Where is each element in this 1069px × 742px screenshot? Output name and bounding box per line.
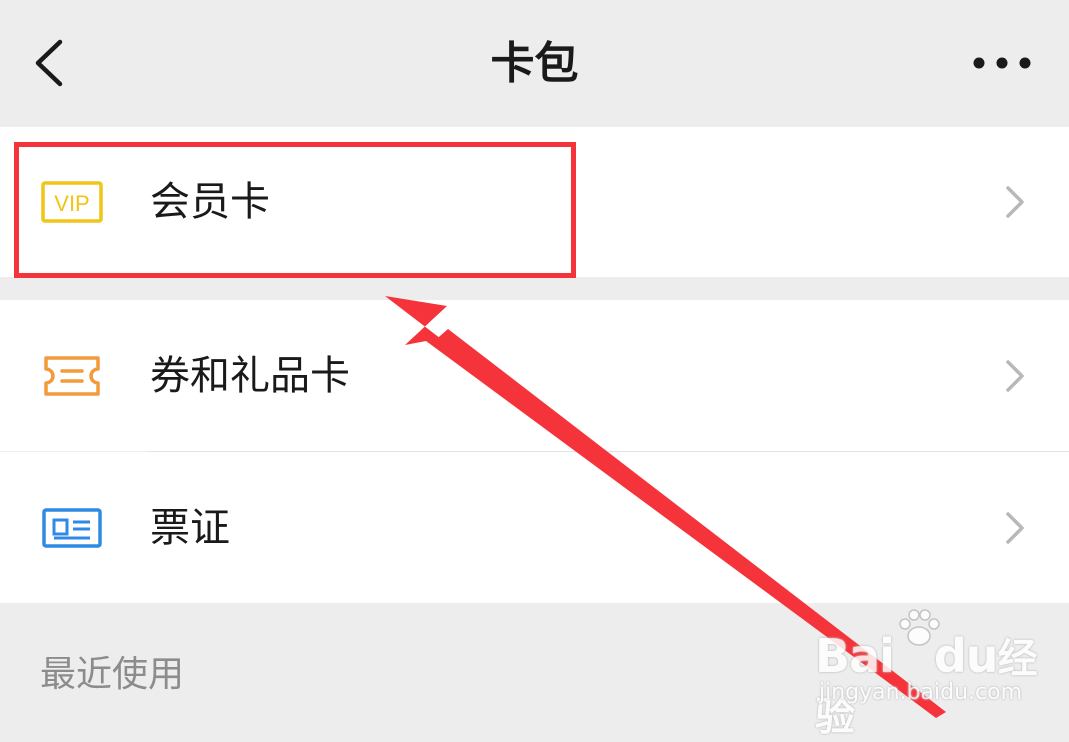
top-navigation-bar: 卡包 [0,0,1069,127]
section-header-recently-used: 最近使用 [40,654,185,695]
chevron-right-icon [999,506,1029,550]
more-horizontal-icon [973,57,1031,69]
page-title: 卡包 [490,38,579,89]
watermark-url: jingyan.baidu.com [819,680,1023,705]
chevron-right-icon [999,354,1029,398]
id-card-icon [40,506,104,550]
menu-item-member-card[interactable]: VIP 会员卡 [0,127,1069,277]
menu-item-label: 会员卡 [150,179,270,225]
menu-item-tickets[interactable]: 票证 [0,452,1069,603]
svg-text:VIP: VIP [54,191,89,216]
chevron-right-icon [999,180,1029,224]
vip-card-icon: VIP [40,180,104,224]
menu-item-label: 券和礼品卡 [150,353,350,399]
watermark-logo: Bai du经验 [815,629,1038,740]
more-options-button[interactable] [967,42,1037,84]
baidu-watermark: Bai du经验 jingyan.baidu.com [815,608,1055,740]
coupon-ticket-icon [40,354,104,398]
menu-item-label: 票证 [150,505,230,551]
menu-item-coupons-gift-cards[interactable]: 券和礼品卡 [0,300,1069,451]
paw-icon [897,608,941,648]
